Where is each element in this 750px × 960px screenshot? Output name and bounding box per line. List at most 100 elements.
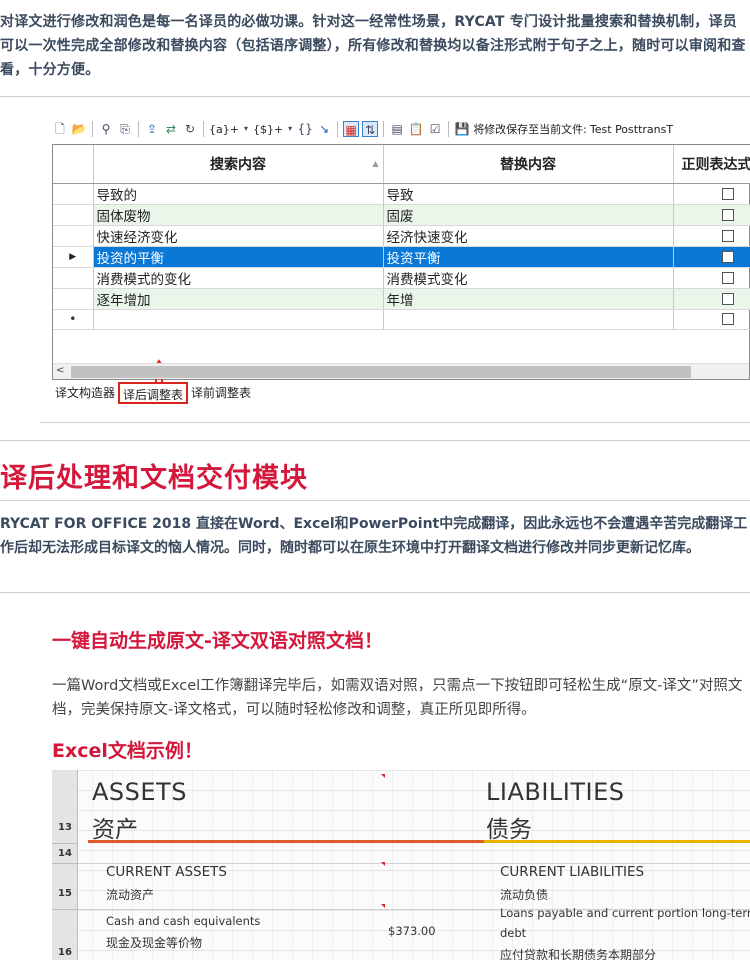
search-cell-empty[interactable] (93, 309, 384, 330)
refresh-icon[interactable]: ↻ (182, 121, 198, 137)
row-header[interactable] (53, 183, 94, 205)
liabilities-heading-cn: 债务 (486, 817, 532, 843)
tab-pre-translation-table[interactable]: 译前调整表 (188, 382, 254, 404)
dropdown-arrow-icon[interactable]: ▾ (286, 121, 294, 137)
replace-cell[interactable]: 固废 (383, 204, 674, 226)
regex-cell[interactable] (673, 204, 750, 226)
row-header[interactable] (53, 267, 94, 289)
current-assets-label: CURRENT ASSETS (106, 864, 227, 880)
search-cell[interactable]: 投资的平衡 (93, 246, 384, 268)
toolbar-separator (203, 121, 204, 137)
comment-marker-icon (381, 774, 385, 778)
table-row[interactable]: 固体废物 固废 (53, 204, 750, 226)
check-icon[interactable]: ☑ (427, 121, 443, 137)
current-liabilities-label-cn: 流动负债 (500, 888, 549, 902)
row-header-column (52, 770, 78, 960)
tab-translation-builder[interactable]: 译文构造器 (52, 382, 118, 404)
new-file-icon[interactable]: 🗋 (52, 121, 68, 137)
table-row[interactable]: 导致的 导致 (53, 183, 750, 205)
feature-paragraph: 一篇Word文档或Excel工作簿翻译完毕后，如需双语对照，只需点一下按钮即可轻… (52, 678, 743, 718)
row-header[interactable] (53, 204, 94, 226)
divider (0, 592, 750, 593)
horizontal-scrollbar[interactable]: < (53, 363, 749, 379)
replace-cell[interactable]: 年增 (383, 288, 674, 310)
search-cell[interactable]: 固体废物 (93, 204, 384, 226)
replace-cell[interactable]: 导致 (383, 183, 674, 205)
regex-cell[interactable] (673, 183, 750, 205)
regex-checkbox[interactable] (722, 250, 734, 263)
intro-paragraph: 对译文进行修改和润色是每一名译员的必做功课。针对这一经常性场景，RYCAT 专门… (0, 14, 746, 78)
swap-icon[interactable]: ⇄ (163, 121, 179, 137)
scrollbar-thumb[interactable] (71, 366, 691, 378)
replace-cell-empty[interactable] (383, 309, 674, 330)
search-cell[interactable]: 导致的 (93, 183, 384, 205)
regex-plus-button[interactable]: {a}+ (209, 123, 239, 136)
liabilities-heading: LIABILITIES (486, 778, 625, 806)
regex-checkbox[interactable] (722, 208, 734, 221)
regex-cell[interactable] (673, 267, 750, 289)
regex-cell[interactable] (673, 246, 750, 268)
dropdown-arrow-icon[interactable]: ▾ (242, 121, 250, 137)
current-liabilities-label: CURRENT LIABILITIES (500, 864, 645, 880)
regex-cell[interactable] (673, 225, 750, 247)
tab-post-translation-table[interactable]: 译后调整表 (118, 382, 189, 404)
open-folder-icon[interactable]: 📂 (71, 121, 87, 137)
scroll-left-icon[interactable]: < (56, 365, 64, 376)
loans-label: Loans payable and current portion long-t… (500, 906, 750, 920)
new-row-indicator-icon[interactable]: • (53, 309, 94, 330)
replace-cell[interactable]: 经济快速变化 (383, 225, 674, 247)
row-divider (52, 863, 78, 864)
regex-checkbox[interactable] (722, 292, 734, 305)
regex-checkbox[interactable] (722, 229, 734, 242)
sort-icon[interactable]: ⇅ (362, 121, 379, 137)
loans-label-line2: debt (500, 926, 527, 940)
row-header[interactable] (53, 288, 94, 310)
new-row[interactable]: • (53, 309, 750, 330)
export-icon[interactable]: ▤ (389, 121, 405, 137)
regex-cell[interactable] (673, 309, 750, 330)
column-header-regex[interactable]: 正则表达式 (673, 145, 750, 184)
import-icon[interactable]: ⇪ (144, 121, 160, 137)
column-header-search[interactable]: 搜索内容 ▲ (93, 145, 384, 184)
current-row-indicator-icon[interactable]: ▶ (53, 246, 94, 268)
bottom-tabs: 译文构造器 译后调整表 译前调整表 (52, 382, 254, 404)
table-row-selected[interactable]: ▶ 投资的平衡 投资平衡 (53, 246, 750, 268)
copy-icon[interactable]: ⎘ (117, 121, 133, 137)
toolbar-separator (92, 121, 93, 137)
filter-icon[interactable]: ⚲ (98, 121, 114, 137)
assets-heading-cn: 资产 (92, 817, 138, 843)
regex-checkbox[interactable] (722, 187, 734, 200)
section-title: 译后处理和文档交付模块 (0, 463, 308, 494)
replace-cell[interactable]: 投资平衡 (383, 246, 674, 268)
save-icon[interactable]: 💾 (454, 121, 470, 137)
replace-cell[interactable]: 消费模式变化 (383, 267, 674, 289)
toolbar-separator (337, 121, 339, 137)
table-row[interactable]: 逐年增加 年增 (53, 288, 750, 310)
row-number: 14 (58, 848, 72, 859)
current-file-name: Test PosttransT (589, 122, 674, 136)
save-to-file-label[interactable]: 将修改保存至当前文件: (473, 121, 587, 137)
divider (0, 96, 750, 97)
row-divider (52, 843, 78, 844)
search-cell[interactable]: 消费模式的变化 (93, 267, 384, 289)
search-cell[interactable]: 快速经济变化 (93, 225, 384, 247)
row-header[interactable] (53, 225, 94, 247)
toolbar-separator (448, 121, 450, 137)
column-header-replace[interactable]: 替换内容 (383, 145, 674, 184)
brace-icon[interactable]: {} (297, 121, 313, 137)
toolbar-separator (138, 121, 139, 137)
search-cell[interactable]: 逐年增加 (93, 288, 384, 310)
regex-checkbox[interactable] (722, 313, 734, 325)
example-title: Excel文档示例！ (52, 740, 203, 762)
table-row[interactable]: 快速经济变化 经济快速变化 (53, 225, 750, 247)
row-number: 13 (58, 822, 72, 833)
regex-checkbox[interactable] (722, 271, 734, 284)
clear-icon[interactable]: ↘ (316, 121, 332, 137)
paste-icon[interactable]: 📋 (408, 121, 424, 137)
grid-view-icon[interactable]: ▦ (343, 121, 360, 137)
table-row[interactable]: 消费模式的变化 消费模式变化 (53, 267, 750, 289)
assets-heading: ASSETS (92, 778, 187, 806)
row-header-corner (53, 145, 94, 184)
regex-cell[interactable] (673, 288, 750, 310)
dollar-plus-button[interactable]: {$}+ (253, 123, 283, 136)
